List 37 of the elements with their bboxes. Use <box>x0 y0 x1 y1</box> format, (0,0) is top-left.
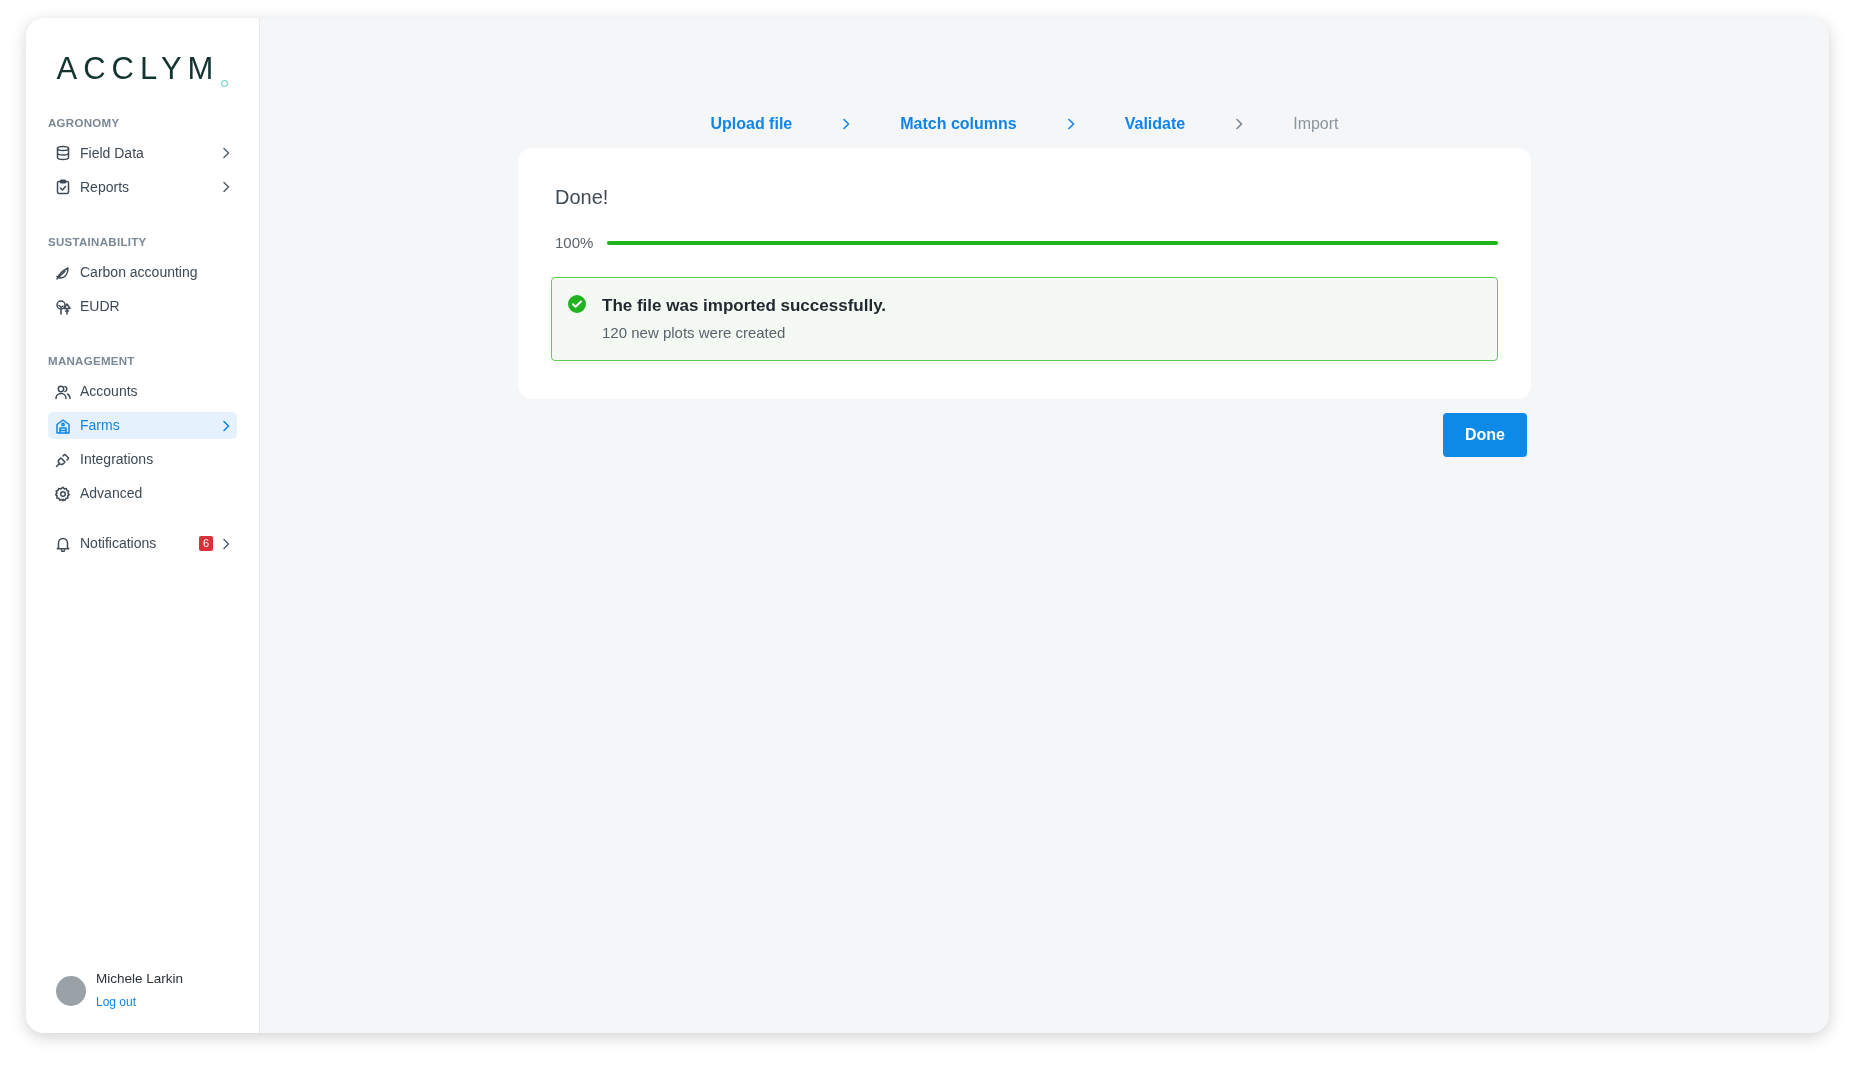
chevron-right-icon <box>1235 118 1244 130</box>
chevron-right-icon <box>1066 118 1075 130</box>
logout-link[interactable]: Log out <box>96 995 137 1009</box>
check-circle-icon <box>568 294 586 313</box>
avatar <box>56 975 86 1006</box>
step-label[interactable]: Match columns <box>900 112 1017 136</box>
user-name: Michele Larkin <box>96 969 184 988</box>
leaf-icon <box>55 264 71 281</box>
sidebar-item[interactable]: Carbon accounting <box>48 259 237 286</box>
done-button[interactable]: Done <box>1443 412 1527 457</box>
trees-icon <box>55 298 71 315</box>
plug-icon <box>55 451 71 468</box>
sidebar-item[interactable]: Notifications 6 <box>48 530 237 558</box>
step-label[interactable]: Upload file <box>710 112 793 136</box>
bell-icon <box>55 535 71 552</box>
card-title: Done! <box>555 185 610 210</box>
sidebar-item[interactable]: EUDR <box>48 293 237 320</box>
alert-text: 120 new plots were created <box>602 323 787 343</box>
step-label[interactable]: Validate <box>1124 112 1186 136</box>
sidebar-item[interactable]: Field Data <box>48 139 237 167</box>
sidebar-item[interactable]: Accounts <box>48 378 237 406</box>
section-heading: MANAGEMENT <box>48 354 136 369</box>
database-icon <box>55 145 71 162</box>
users-icon <box>55 383 71 400</box>
barn-icon <box>55 417 71 434</box>
logo-text: ACCLYM <box>56 50 220 88</box>
sidebar-item[interactable]: Reports <box>48 173 237 201</box>
clipboard-check-icon <box>55 179 71 196</box>
progress-reading: 100% <box>555 233 594 253</box>
gear-icon <box>55 485 71 502</box>
section-heading: SUSTAINABILITY <box>48 234 148 250</box>
section-heading: AGRONOMY <box>48 115 121 131</box>
count-badge: 6 <box>198 536 213 552</box>
sidebar-item[interactable]: Integrations <box>48 446 237 474</box>
alert-title: The file was imported successfully. <box>602 294 887 317</box>
chevron-right-icon <box>842 118 851 130</box>
sidebar-item[interactable]: Advanced <box>48 480 237 508</box>
